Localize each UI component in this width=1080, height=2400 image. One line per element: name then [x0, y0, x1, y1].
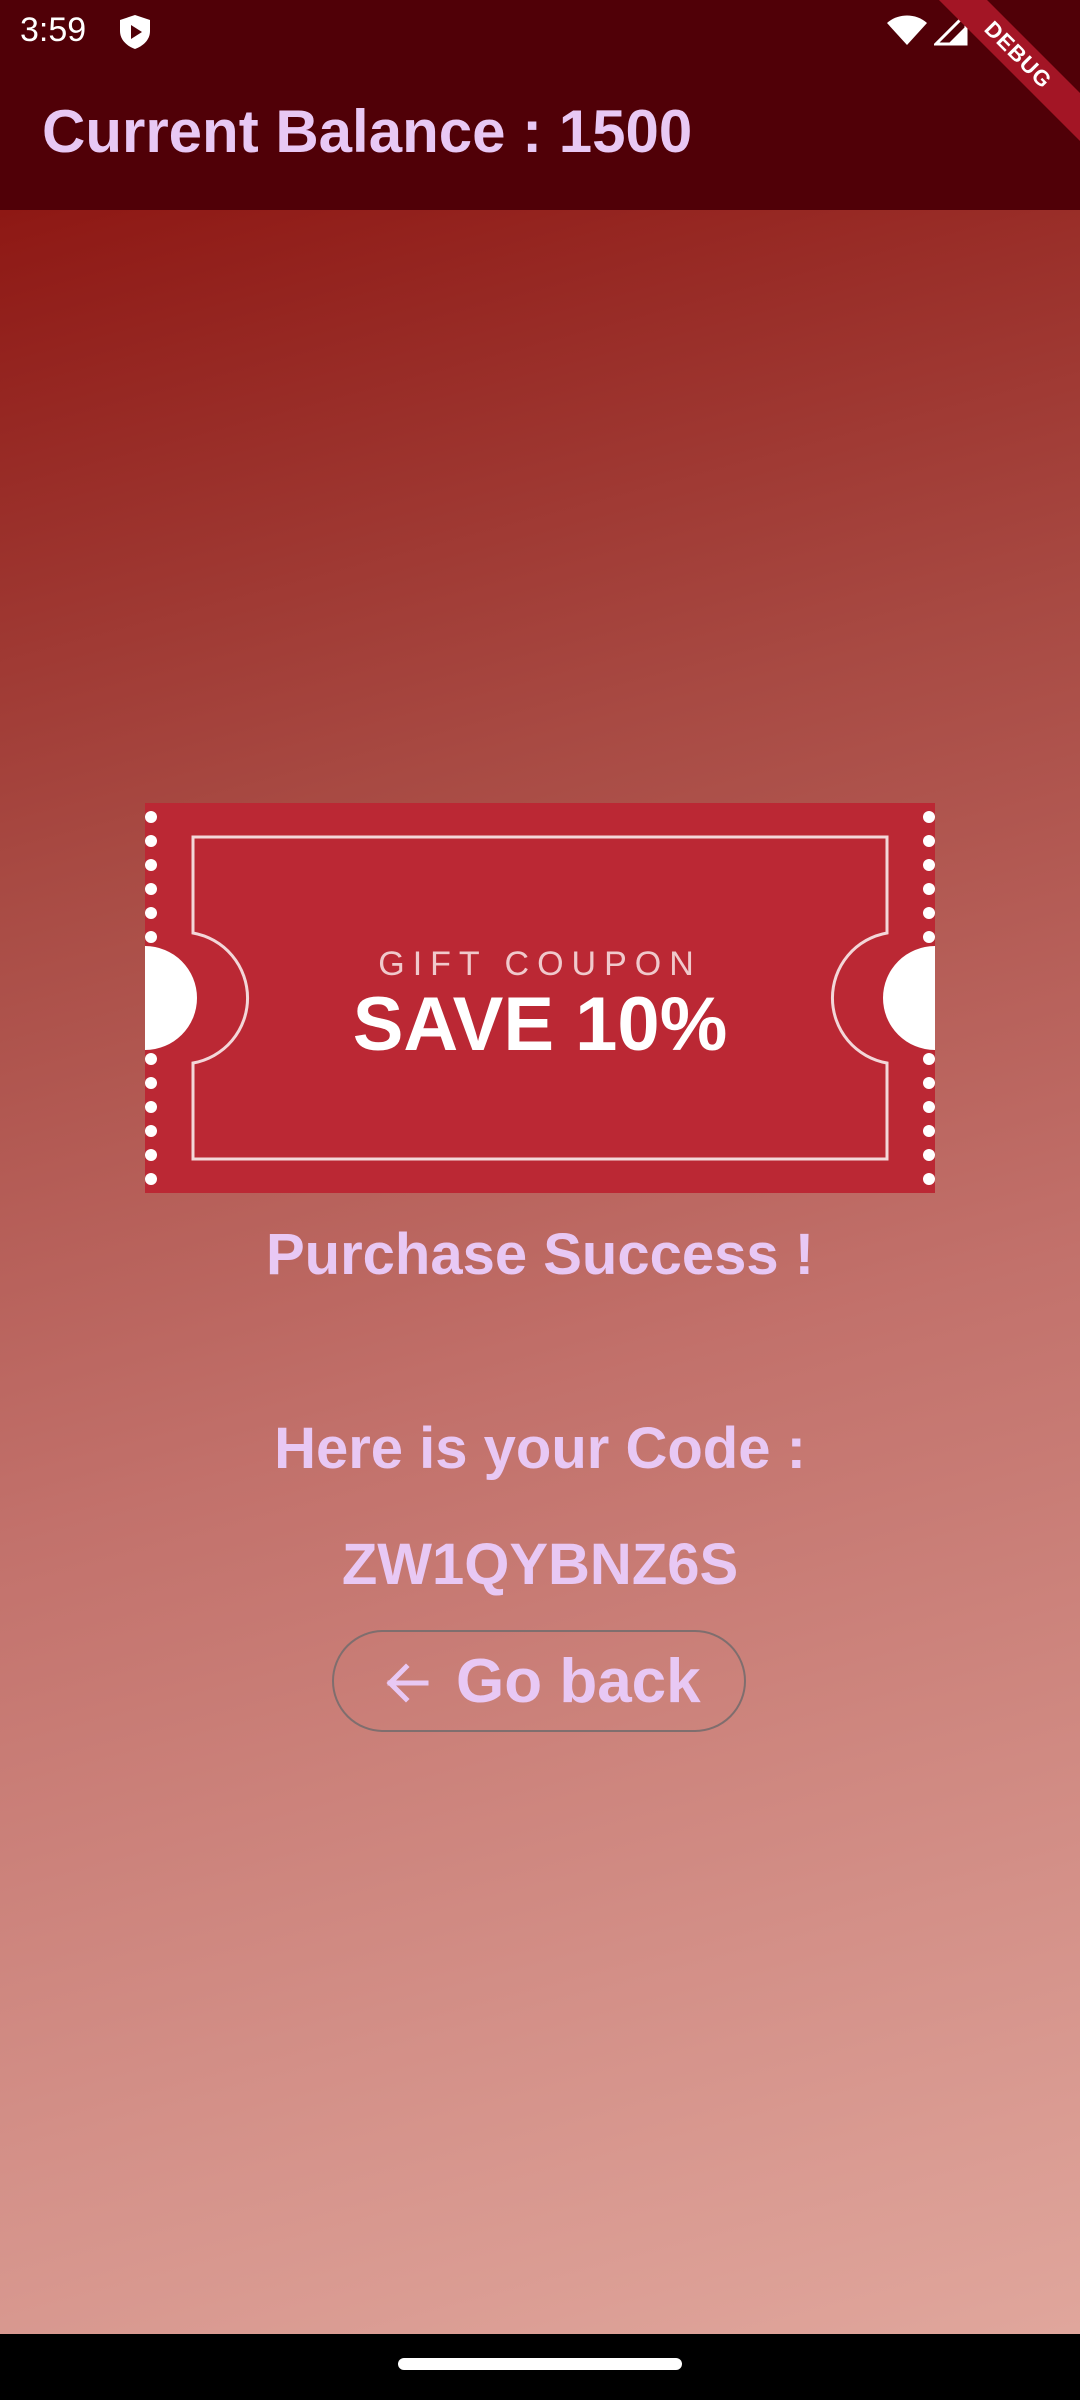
coupon-offer: SAVE 10%	[353, 982, 728, 1067]
status-time: 3:59	[20, 11, 87, 49]
purchase-result-content: GIFT COUPON SAVE 10% Purchase Success ! …	[0, 210, 1080, 2334]
navigation-bar	[0, 2334, 1080, 2400]
go-back-label: Go back	[456, 1647, 701, 1716]
home-indicator[interactable]	[398, 2358, 682, 2370]
go-back-button[interactable]: Go back	[332, 1630, 746, 1732]
cell-signal-icon	[932, 10, 968, 46]
balance-title: Current Balance : 1500	[42, 98, 693, 165]
purchase-success-message: Purchase Success !	[265, 1222, 815, 1287]
coupon-image: GIFT COUPON SAVE 10%	[145, 803, 935, 1193]
app-bar: Current Balance : 1500	[0, 62, 1080, 210]
wifi-icon	[886, 14, 928, 46]
app-screen: 3:59 DEBUG Current Balance : 1500 GIFT C…	[0, 0, 1080, 2400]
status-bar: 3:59	[0, 0, 1080, 62]
arrow-back-icon	[382, 1658, 432, 1708]
coupon-heading: GIFT COUPON	[378, 945, 702, 983]
coupon-code: ZW1QYBNZ6S	[341, 1532, 739, 1597]
shield-icon	[118, 14, 152, 50]
code-label: Here is your Code :	[274, 1416, 806, 1481]
